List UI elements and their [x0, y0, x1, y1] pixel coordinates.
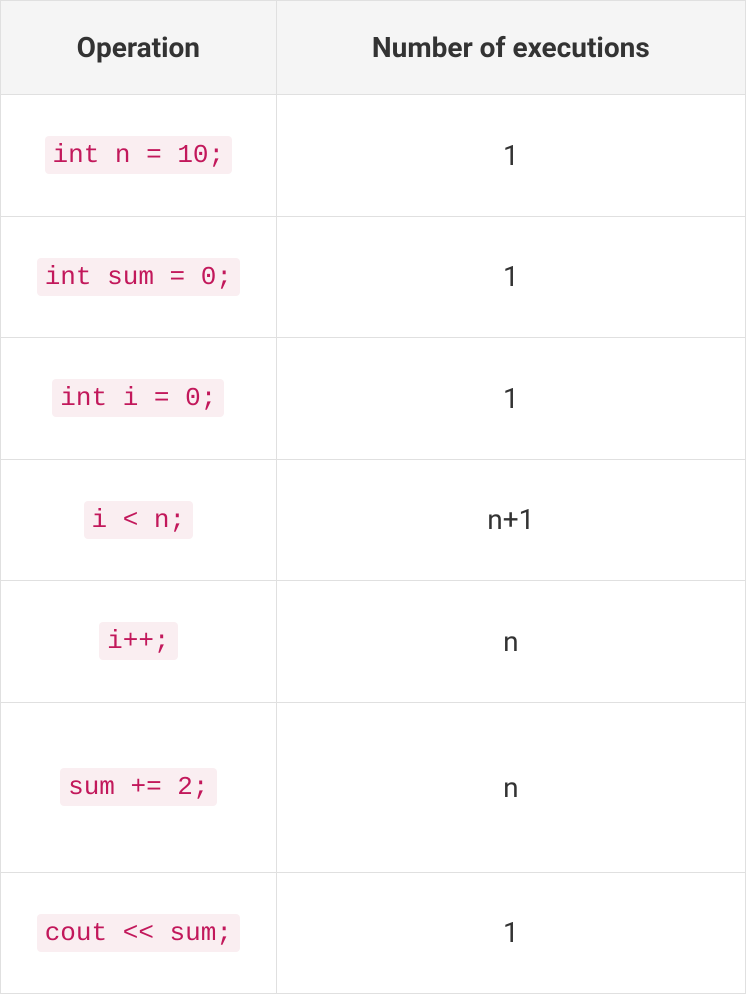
- table-row: int i = 0; 1: [1, 338, 746, 460]
- executions-cell: 1: [276, 872, 745, 994]
- executions-cell: 1: [276, 338, 745, 460]
- operation-cell: int n = 10;: [1, 95, 277, 217]
- table-row: int n = 10; 1: [1, 95, 746, 217]
- executions-cell: n: [276, 702, 745, 872]
- code-snippet: i++;: [99, 622, 177, 660]
- table-row: i++; n: [1, 581, 746, 703]
- code-snippet: sum += 2;: [60, 768, 216, 806]
- operation-cell: cout << sum;: [1, 872, 277, 994]
- code-snippet: int i = 0;: [52, 379, 224, 417]
- header-executions: Number of executions: [276, 1, 745, 95]
- code-snippet: cout << sum;: [37, 914, 240, 952]
- table-row: i < n; n+1: [1, 459, 746, 581]
- operation-cell: i < n;: [1, 459, 277, 581]
- operation-cell: int i = 0;: [1, 338, 277, 460]
- code-snippet: int sum = 0;: [37, 258, 240, 296]
- code-snippet: int n = 10;: [45, 136, 233, 174]
- executions-cell: 1: [276, 216, 745, 338]
- executions-cell: 1: [276, 95, 745, 217]
- table-row: sum += 2; n: [1, 702, 746, 872]
- operation-cell: sum += 2;: [1, 702, 277, 872]
- table-header-row: Operation Number of executions: [1, 1, 746, 95]
- header-operation: Operation: [1, 1, 277, 95]
- table-row: int sum = 0; 1: [1, 216, 746, 338]
- table-row: cout << sum; 1: [1, 872, 746, 994]
- executions-cell: n: [276, 581, 745, 703]
- operation-cell: i++;: [1, 581, 277, 703]
- operation-cell: int sum = 0;: [1, 216, 277, 338]
- code-snippet: i < n;: [84, 501, 194, 539]
- operations-table: Operation Number of executions int n = 1…: [0, 0, 746, 994]
- executions-cell: n+1: [276, 459, 745, 581]
